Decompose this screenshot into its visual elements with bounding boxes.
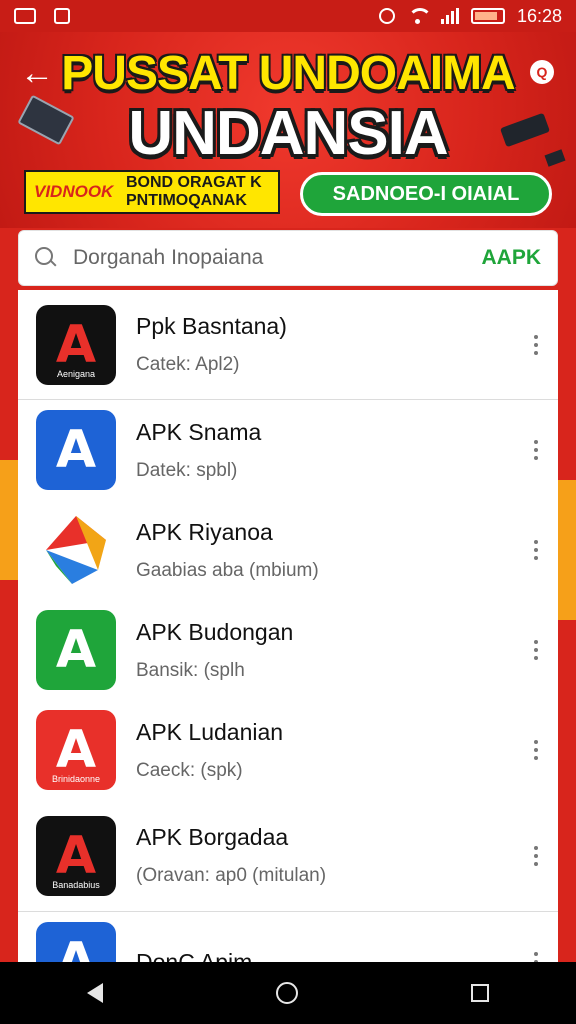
app-name: APK Borgadaa [136, 824, 289, 850]
app-icon: A Brinidaonne [36, 710, 116, 790]
decor-stripe-left [0, 460, 18, 580]
nav-back-icon[interactable] [86, 983, 103, 1003]
app-glyph: A [55, 825, 97, 886]
nav-home-icon[interactable] [275, 982, 298, 1004]
more-options-icon[interactable] [530, 334, 542, 355]
app-glyph: A [55, 620, 97, 680]
app-icon-label: Brinidaonne [51, 774, 101, 784]
photo-icon [54, 8, 70, 24]
wifi-icon [407, 8, 432, 24]
list-item[interactable]: A Brinidaonne APK Ludanian Caeck: (spk) [18, 700, 558, 800]
app-icon-label: Banadabius [52, 879, 100, 890]
app-list: A Aenigana Ppk Basntana) Catek: Apl2) A … [18, 290, 558, 962]
app-icon: A Banadabius [36, 815, 116, 896]
app-subtitle: Bansik: (splh [136, 659, 245, 681]
promo-green-button[interactable]: SADNOEO-I OIAIAL [300, 172, 552, 216]
more-options-icon[interactable] [530, 952, 542, 962]
search-input[interactable]: Dorganah Inopaiana [73, 246, 481, 270]
banner-title-line1: PUSSAT UNDOAIMA [61, 47, 515, 100]
more-options-icon[interactable] [530, 740, 542, 760]
status-time: 16:28 [516, 5, 562, 26]
app-icon: A [36, 922, 116, 962]
app-subtitle: Caeck: (spk) [136, 759, 243, 781]
list-item[interactable]: A APK Budongan Bansik: (splh [18, 600, 558, 700]
app-glyph: A [55, 932, 97, 962]
app-glyph: A [55, 314, 97, 375]
list-item[interactable]: A Aenigana Ppk Basntana) Catek: Apl2) [18, 290, 558, 400]
app-name: APK Snama [136, 418, 262, 445]
app-name: APK Budongan [136, 618, 294, 645]
app-subtitle: Catek: Apl2) [136, 354, 240, 375]
notification-icon [14, 8, 36, 24]
app-icon [36, 510, 116, 590]
apk-badge[interactable]: AAPK [481, 246, 541, 270]
list-item[interactable]: A APK Snama Datek: spbl) [18, 400, 558, 500]
list-item[interactable]: A Banadabius APK Borgadaa (Oravan: ap0 (… [18, 800, 558, 912]
status-bar: 16:28 [0, 0, 576, 32]
promo-red-label: VIDNOOK [34, 182, 114, 201]
nav-recents-icon[interactable] [471, 984, 490, 1002]
app-icon: A [36, 610, 116, 690]
more-options-icon[interactable] [530, 845, 542, 866]
app-name: Ppk Basntana) [136, 313, 287, 339]
more-options-icon[interactable] [530, 640, 542, 660]
app-icon: A [36, 410, 116, 490]
list-item[interactable]: APK Riyanoa Gaabias aba (mbium) [18, 500, 558, 600]
alarm-icon [378, 8, 395, 24]
app-subtitle: (Oravan: ap0 (mitulan) [136, 865, 327, 886]
search-bar[interactable]: Dorganah Inopaiana AAPK [18, 230, 558, 286]
system-nav-bar [0, 962, 576, 1024]
app-glyph: A [55, 420, 97, 480]
app-icon-label: Aenigana [56, 368, 96, 379]
play-triangle-icon [46, 516, 106, 584]
app-subtitle: Datek: spbl) [136, 459, 238, 481]
app-glyph: A [55, 720, 97, 780]
app-subtitle: Gaabias aba (mbium) [136, 559, 319, 581]
promo-line1: BOND ORAGAT K [126, 174, 262, 191]
search-icon [35, 247, 57, 269]
app-name: DonC Apim [136, 948, 253, 963]
promo-banner: ← Q PUSSAT UNDOAIMA UNDANSIA VIDNOOK BON… [0, 32, 576, 228]
app-name: APK Riyanoa [136, 518, 273, 545]
more-options-icon[interactable] [530, 540, 542, 560]
list-item[interactable]: A DonC Apim [18, 912, 558, 962]
promo-line2: PNTIMOQANAK [126, 192, 247, 209]
app-name: APK Ludanian [136, 718, 284, 745]
decor-stripe-right [558, 480, 576, 620]
banner-title-line2: UNDANSIA [128, 99, 448, 168]
signal-icon [440, 8, 459, 24]
battery-icon [470, 8, 505, 24]
more-options-icon[interactable] [530, 440, 542, 460]
app-icon: A Aenigana [36, 304, 116, 385]
promo-box: VIDNOOK BOND ORAGAT K PNTIMOQANAK [24, 170, 280, 214]
